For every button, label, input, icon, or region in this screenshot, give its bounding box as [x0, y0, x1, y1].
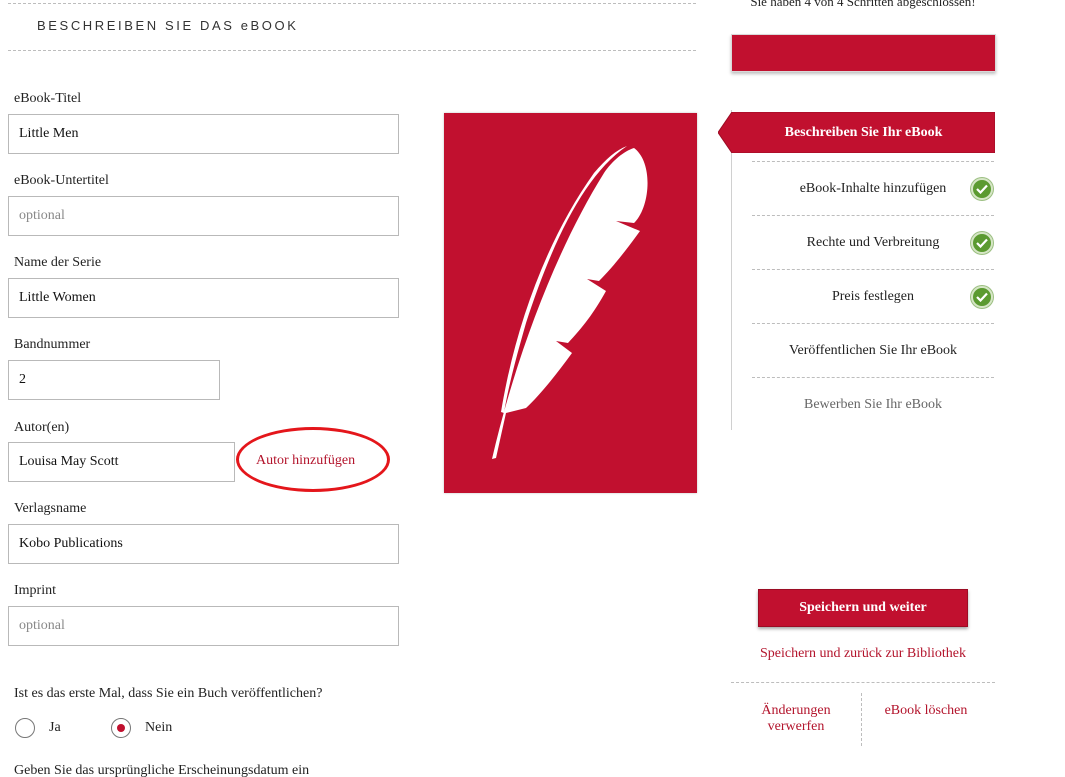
step-content[interactable]: eBook-Inhalte hinzufügen — [752, 161, 994, 215]
series-input[interactable] — [8, 278, 399, 318]
step-rights-label: Rechte und Verbreitung — [806, 234, 940, 250]
progress-fill — [732, 35, 995, 71]
author-input[interactable] — [8, 442, 235, 482]
radio-yes-label: Ja — [49, 720, 61, 735]
step-price-label: Preis festlegen — [831, 288, 915, 304]
section-rule — [8, 50, 696, 51]
check-icon — [971, 286, 993, 308]
step-publish[interactable]: Veröffentlichen Sie Ihr eBook — [752, 323, 994, 377]
radio-yes-option[interactable]: Ja — [15, 718, 61, 738]
actions-rule — [731, 682, 995, 683]
publisher-label: Verlagsname — [14, 501, 87, 516]
check-icon — [971, 178, 993, 200]
publisher-input[interactable] — [8, 524, 399, 564]
step-content-label: eBook-Inhalte hinzufügen — [799, 180, 947, 196]
radio-yes[interactable] — [15, 718, 35, 738]
step-promote-label: Bewerben Sie Ihr eBook — [803, 396, 943, 412]
subtitle-label: eBook-Untertitel — [14, 173, 109, 188]
series-label: Name der Serie — [14, 255, 102, 270]
discard-line-2: verwerfen — [767, 719, 825, 734]
volume-label: Bandnummer — [14, 337, 91, 352]
step-price[interactable]: Preis festlegen — [752, 269, 994, 323]
radio-no[interactable] — [111, 718, 131, 738]
steps-rail — [731, 110, 732, 430]
imprint-label: Imprint — [14, 583, 56, 598]
add-author-link[interactable]: Autor hinzufügen — [256, 453, 355, 469]
step-describe-label: Beschreiben Sie Ihr eBook — [784, 124, 943, 140]
discard-line-1: Änderungen — [761, 703, 831, 718]
save-continue-button[interactable]: Speichern und weiter — [758, 589, 968, 627]
quill-feather-icon — [492, 146, 648, 459]
step-promote[interactable]: Bewerben Sie Ihr eBook — [752, 377, 994, 431]
step-rights[interactable]: Rechte und Verbreitung — [752, 215, 994, 269]
author-label: Autor(en) — [14, 420, 70, 435]
delete-ebook-link[interactable]: eBook löschen — [870, 703, 982, 719]
actions-separator — [861, 693, 862, 746]
original-date-label: Geben Sie das ursprüngliche Erscheinungs… — [14, 763, 310, 777]
progress-bar — [731, 34, 996, 72]
first-time-question: Ist es das erste Mal, dass Sie ein Buch … — [14, 686, 323, 701]
check-icon — [971, 232, 993, 254]
imprint-input[interactable] — [8, 606, 399, 646]
section-title: BESCHREIBEN SIE DAS eBOOK — [37, 18, 299, 33]
save-return-library-link[interactable]: Speichern und zurück zur Bibliothek — [731, 646, 995, 662]
ebook-cover — [444, 113, 697, 493]
subtitle-input[interactable] — [8, 196, 399, 236]
title-input[interactable] — [8, 114, 399, 154]
volume-input[interactable] — [8, 360, 220, 400]
discard-changes-link[interactable]: Änderungen verwerfen — [740, 703, 852, 735]
title-label: eBook-Titel — [14, 91, 82, 106]
radio-no-label: Nein — [145, 720, 173, 735]
step-describe[interactable]: Beschreiben Sie Ihr eBook — [718, 112, 995, 153]
radio-no-option[interactable]: Nein — [111, 718, 172, 738]
progress-status: Sie haben 4 von 4 Schritten abgeschlosse… — [750, 0, 976, 9]
step-publish-label: Veröffentlichen Sie Ihr eBook — [788, 342, 958, 358]
top-rule — [8, 3, 696, 4]
